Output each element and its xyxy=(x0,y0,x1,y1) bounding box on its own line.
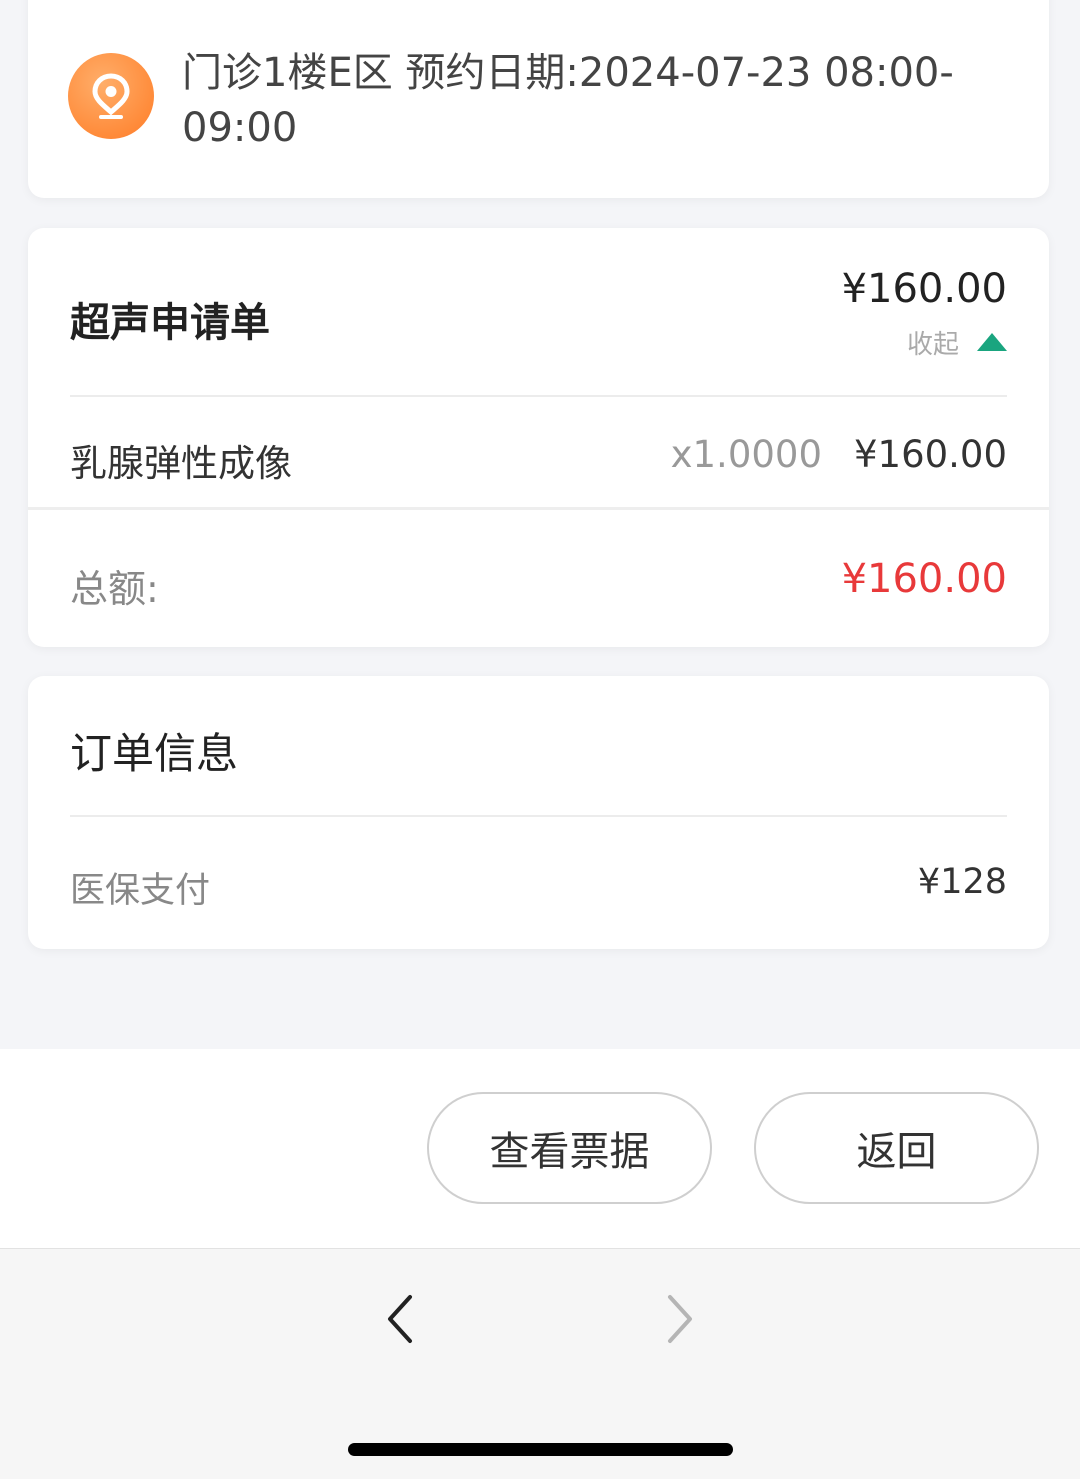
divider xyxy=(70,815,1007,817)
bill-card: 超声申请单 ¥160.00 收起 乳腺弹性成像 x1.0000 ¥160.00 … xyxy=(28,228,1049,647)
divider xyxy=(28,507,1049,510)
insurance-payment-label: 医保支付 xyxy=(70,871,211,911)
chevron-right-icon[interactable] xyxy=(660,1293,700,1345)
appointment-info: 门诊1楼E区 预约日期:2024-07-23 08:00- 09:00 xyxy=(182,46,1002,156)
order-info-card: 订单信息 医保支付 ¥128 xyxy=(28,676,1049,949)
collapse-toggle[interactable]: 收起 xyxy=(907,324,1007,360)
view-receipt-button[interactable]: 查看票据 xyxy=(427,1092,712,1204)
bill-title: 超声申请单 xyxy=(70,300,270,346)
appointment-info-line2: 09:00 xyxy=(182,105,298,151)
collapse-label: 收起 xyxy=(906,329,959,360)
location-pin-icon xyxy=(68,53,154,139)
appointment-info-line1: 门诊1楼E区 预约日期:2024-07-23 08:00- xyxy=(182,50,954,96)
home-indicator[interactable] xyxy=(348,1443,733,1456)
action-bar: 查看票据 返回 xyxy=(0,1049,1080,1248)
total-label: 总额: xyxy=(70,567,159,611)
back-button[interactable]: 返回 xyxy=(754,1092,1039,1204)
insurance-payment-value: ¥128 xyxy=(917,862,1007,902)
item-quantity: x1.0000 xyxy=(670,433,822,476)
order-info-title: 订单信息 xyxy=(70,729,239,778)
bill-total-amount: ¥160.00 xyxy=(841,266,1007,312)
browser-nav-bar xyxy=(0,1248,1080,1479)
divider xyxy=(70,395,1007,397)
triangle-up-icon xyxy=(977,333,1007,351)
item-price: ¥160.00 xyxy=(853,433,1007,476)
location-card: 门诊1楼E区 预约日期:2024-07-23 08:00- 09:00 xyxy=(28,0,1049,198)
total-value: ¥160.00 xyxy=(841,556,1007,602)
item-name: 乳腺弹性成像 xyxy=(70,442,292,485)
chevron-left-icon[interactable] xyxy=(382,1293,422,1345)
